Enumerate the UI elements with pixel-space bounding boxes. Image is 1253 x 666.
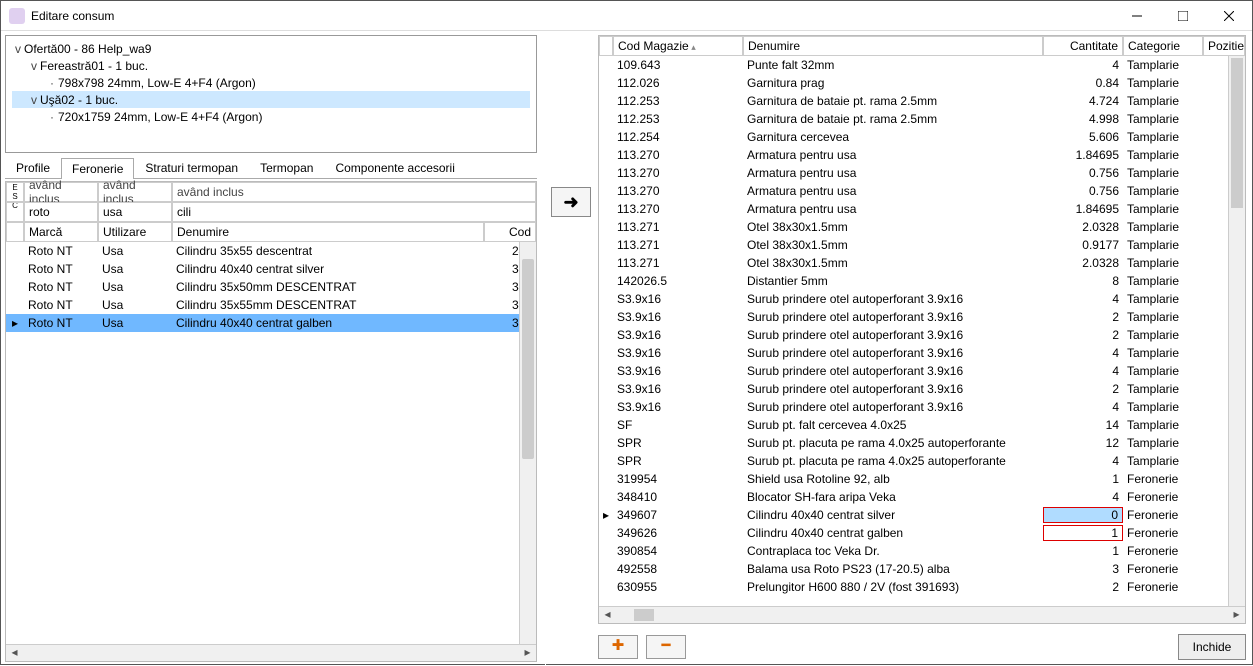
tab-profile[interactable]: Profile <box>5 157 61 178</box>
table-row[interactable]: 142026.5Distantier 5mm8Tamplarie <box>599 272 1245 290</box>
filter-marca-input[interactable] <box>24 202 98 222</box>
tree-item[interactable]: ·720x1759 24mm, Low-E 4+F4 (Argon) <box>12 108 530 125</box>
left-vscrollbar[interactable] <box>519 242 536 644</box>
table-row[interactable]: 112.253Garnitura de bataie pt. rama 2.5m… <box>599 110 1245 128</box>
col-cod-magazie[interactable]: Cod Magazie <box>613 36 743 56</box>
right-vscrollbar[interactable] <box>1228 56 1245 606</box>
tab-straturi-termopan[interactable]: Straturi termopan <box>134 157 249 178</box>
tree-item[interactable]: ·798x798 24mm, Low-E 4+F4 (Argon) <box>12 74 530 91</box>
table-row[interactable]: Roto NTUsaCilindru 40x40 centrat silver3… <box>6 260 536 278</box>
table-row[interactable]: 109.643Punte falt 32mm4Tamplarie <box>599 56 1245 74</box>
col-cantitate[interactable]: Cantitate <box>1043 36 1123 56</box>
table-row[interactable]: S3.9x16Surub prindere otel autoperforant… <box>599 398 1245 416</box>
tree-root[interactable]: Ofertă00 - 86 Help_wa9 <box>24 42 151 56</box>
tree-item[interactable]: vFereastră01 - 1 buc. <box>12 57 530 74</box>
table-row[interactable]: 349626Cilindru 40x40 centrat galben1Fero… <box>599 524 1245 542</box>
table-row[interactable]: 113.270Armatura pentru usa1.84695Tamplar… <box>599 146 1245 164</box>
table-row[interactable]: S3.9x16Surub prindere otel autoperforant… <box>599 308 1245 326</box>
table-row[interactable]: SFSurub pt. falt cercevea 4.0x2514Tampla… <box>599 416 1245 434</box>
titlebar: Editare consum <box>1 1 1252 31</box>
minimize-button[interactable] <box>1114 1 1160 31</box>
table-row[interactable]: S3.9x16Surub prindere otel autoperforant… <box>599 362 1245 380</box>
table-row[interactable]: 113.270Armatura pentru usa0.756Tamplarie <box>599 182 1245 200</box>
transfer-arrow-button[interactable]: ➜ <box>551 187 591 217</box>
filter-utilizare-input[interactable] <box>98 202 172 222</box>
table-row[interactable]: SPRSurub pt. placuta pe rama 4.0x25 auto… <box>599 452 1245 470</box>
left-hscrollbar[interactable]: ◂▸ <box>6 644 536 661</box>
table-row[interactable]: 113.270Armatura pentru usa1.84695Tamplar… <box>599 200 1245 218</box>
table-row[interactable]: 348410Blocator SH-fara aripa Veka4Ferone… <box>599 488 1245 506</box>
tabs: ProfileFeronerieStraturi termopanTermopa… <box>5 157 537 179</box>
remove-button[interactable]: ━ <box>646 635 686 659</box>
expand-icon[interactable]: v <box>12 42 24 56</box>
window-title: Editare consum <box>31 9 1114 23</box>
tab-termopan[interactable]: Termopan <box>249 157 324 178</box>
col-pozitie[interactable]: Pozitie <box>1203 36 1245 56</box>
table-row[interactable]: S3.9x16Surub prindere otel autoperforant… <box>599 344 1245 362</box>
tab-componente-accesorii[interactable]: Componente accesorii <box>324 157 465 178</box>
table-row[interactable]: Roto NTUsaCilindru 35x55mm DESCENTRAT349 <box>6 296 536 314</box>
col-cod[interactable]: Cod <box>484 222 536 242</box>
tab-feronerie[interactable]: Feronerie <box>61 158 134 179</box>
table-row[interactable]: S3.9x16Surub prindere otel autoperforant… <box>599 380 1245 398</box>
table-row[interactable]: S3.9x16Surub prindere otel autoperforant… <box>599 326 1245 344</box>
table-row[interactable]: 112.253Garnitura de bataie pt. rama 2.5m… <box>599 92 1245 110</box>
table-row[interactable]: ▸349607Cilindru 40x40 centrat silver0Fer… <box>599 506 1245 524</box>
table-row[interactable]: ▸Roto NTUsaCilindru 40x40 centrat galben… <box>6 314 536 332</box>
tree-item[interactable]: vUşă02 - 1 buc. <box>12 91 530 108</box>
filter-denumire-input[interactable] <box>172 202 536 222</box>
table-row[interactable]: 113.270Armatura pentru usa0.756Tamplarie <box>599 164 1245 182</box>
table-row[interactable]: 113.271Otel 38x30x1.5mm2.0328Tamplarie <box>599 254 1245 272</box>
col-denumire-r[interactable]: Denumire <box>743 36 1043 56</box>
maximize-button[interactable] <box>1160 1 1206 31</box>
col-utilizare[interactable]: Utilizare <box>98 222 172 242</box>
esc-label: ESC <box>6 182 24 202</box>
col-marca[interactable]: Marcă <box>24 222 98 242</box>
left-column-header[interactable]: Marcă Utilizare Denumire Cod <box>6 222 536 242</box>
filter-h-3: având inclus <box>172 182 536 202</box>
table-row[interactable]: 319954Shield usa Rotoline 92, alb1Ferone… <box>599 470 1245 488</box>
app-icon <box>9 8 25 24</box>
add-button[interactable]: ✚ <box>598 635 638 659</box>
right-column-header[interactable]: Cod Magazie Denumire Cantitate Categorie… <box>599 36 1245 56</box>
table-row[interactable]: S3.9x16Surub prindere otel autoperforant… <box>599 290 1245 308</box>
filter-h-2: având inclus <box>98 182 172 202</box>
table-row[interactable]: 113.271Otel 38x30x1.5mm0.9177Tamplarie <box>599 236 1245 254</box>
col-denumire[interactable]: Denumire <box>172 222 484 242</box>
table-row[interactable]: SPRSurub pt. placuta pe rama 4.0x25 auto… <box>599 434 1245 452</box>
table-row[interactable]: 112.026Garnitura prag0.84Tamplarie <box>599 74 1245 92</box>
esc-clear[interactable] <box>6 202 24 222</box>
table-row[interactable]: Roto NTUsaCilindru 35x55 descentrat249 <box>6 242 536 260</box>
filter-header-row: ESC având inclus având inclus având incl… <box>6 182 536 202</box>
right-hscrollbar[interactable]: ◂▸ <box>599 606 1245 623</box>
filter-h-1: având inclus <box>24 182 98 202</box>
offer-tree[interactable]: vOfertă00 - 86 Help_wa9 vFereastră01 - 1… <box>5 35 537 153</box>
col-categorie[interactable]: Categorie <box>1123 36 1203 56</box>
table-row[interactable]: 112.254Garnitura cercevea5.606Tamplarie <box>599 128 1245 146</box>
close-dialog-button[interactable]: Inchide <box>1178 634 1246 660</box>
table-row[interactable]: Roto NTUsaCilindru 35x50mm DESCENTRAT349 <box>6 278 536 296</box>
close-button[interactable] <box>1206 1 1252 31</box>
table-row[interactable]: 630955Prelungitor H600 880 / 2V (fost 39… <box>599 578 1245 596</box>
table-row[interactable]: 390854Contraplaca toc Veka Dr.1Feronerie <box>599 542 1245 560</box>
table-row[interactable]: 492558Balama usa Roto PS23 (17-20.5) alb… <box>599 560 1245 578</box>
table-row[interactable]: 113.271Otel 38x30x1.5mm2.0328Tamplarie <box>599 218 1245 236</box>
